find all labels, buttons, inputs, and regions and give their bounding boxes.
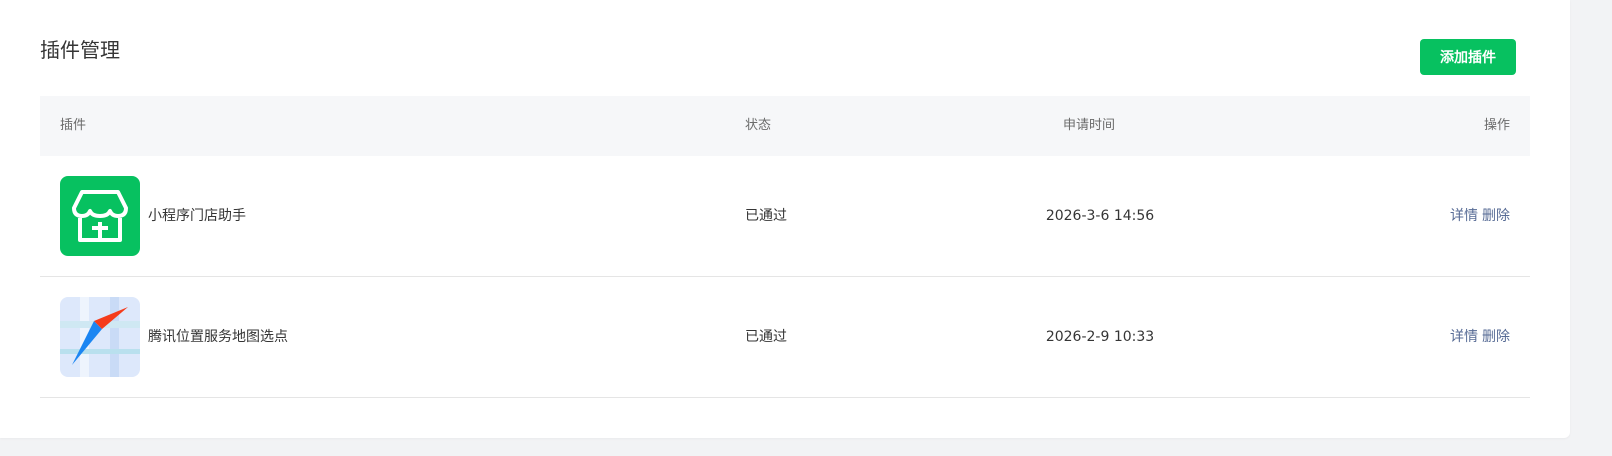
plugin-management-panel: 插件管理 添加插件 插件 状态 申请时间 操作 小程序门店助手 已通过 2026… bbox=[0, 0, 1570, 438]
apply-time: 2026-2-9 10:33 bbox=[1045, 329, 1155, 345]
plugin-name: 腾讯位置服务地图选点 bbox=[148, 329, 288, 345]
column-header-ops: 操作 bbox=[1483, 118, 1510, 133]
status-text: 已通过 bbox=[745, 208, 787, 224]
row-actions: 详情 删除 bbox=[1450, 156, 1510, 276]
detail-link[interactable]: 详情 bbox=[1450, 208, 1478, 224]
column-header-status: 状态 bbox=[745, 118, 772, 133]
apply-time: 2026-3-6 14:56 bbox=[1045, 208, 1155, 224]
detail-link[interactable]: 详情 bbox=[1450, 329, 1478, 345]
page-title: 插件管理 bbox=[40, 38, 120, 62]
table-row: 腾讯位置服务地图选点 已通过 2026-2-9 10:33 详情 删除 bbox=[40, 277, 1530, 398]
row-actions: 详情 删除 bbox=[1450, 277, 1510, 397]
column-header-plugin: 插件 bbox=[60, 118, 87, 133]
plugin-table: 插件 状态 申请时间 操作 小程序门店助手 已通过 2026-3-6 14:56… bbox=[40, 96, 1530, 398]
column-header-time: 申请时间 bbox=[1063, 118, 1116, 133]
store-icon bbox=[60, 176, 140, 256]
delete-link[interactable]: 删除 bbox=[1482, 208, 1510, 224]
plugin-name: 小程序门店助手 bbox=[148, 208, 246, 224]
table-header: 插件 状态 申请时间 操作 bbox=[40, 96, 1530, 156]
status-text: 已通过 bbox=[745, 329, 787, 345]
add-plugin-button[interactable]: 添加插件 bbox=[1420, 39, 1516, 75]
map-compass-icon bbox=[60, 297, 140, 377]
delete-link[interactable]: 删除 bbox=[1482, 329, 1510, 345]
table-row: 小程序门店助手 已通过 2026-3-6 14:56 详情 删除 bbox=[40, 156, 1530, 277]
